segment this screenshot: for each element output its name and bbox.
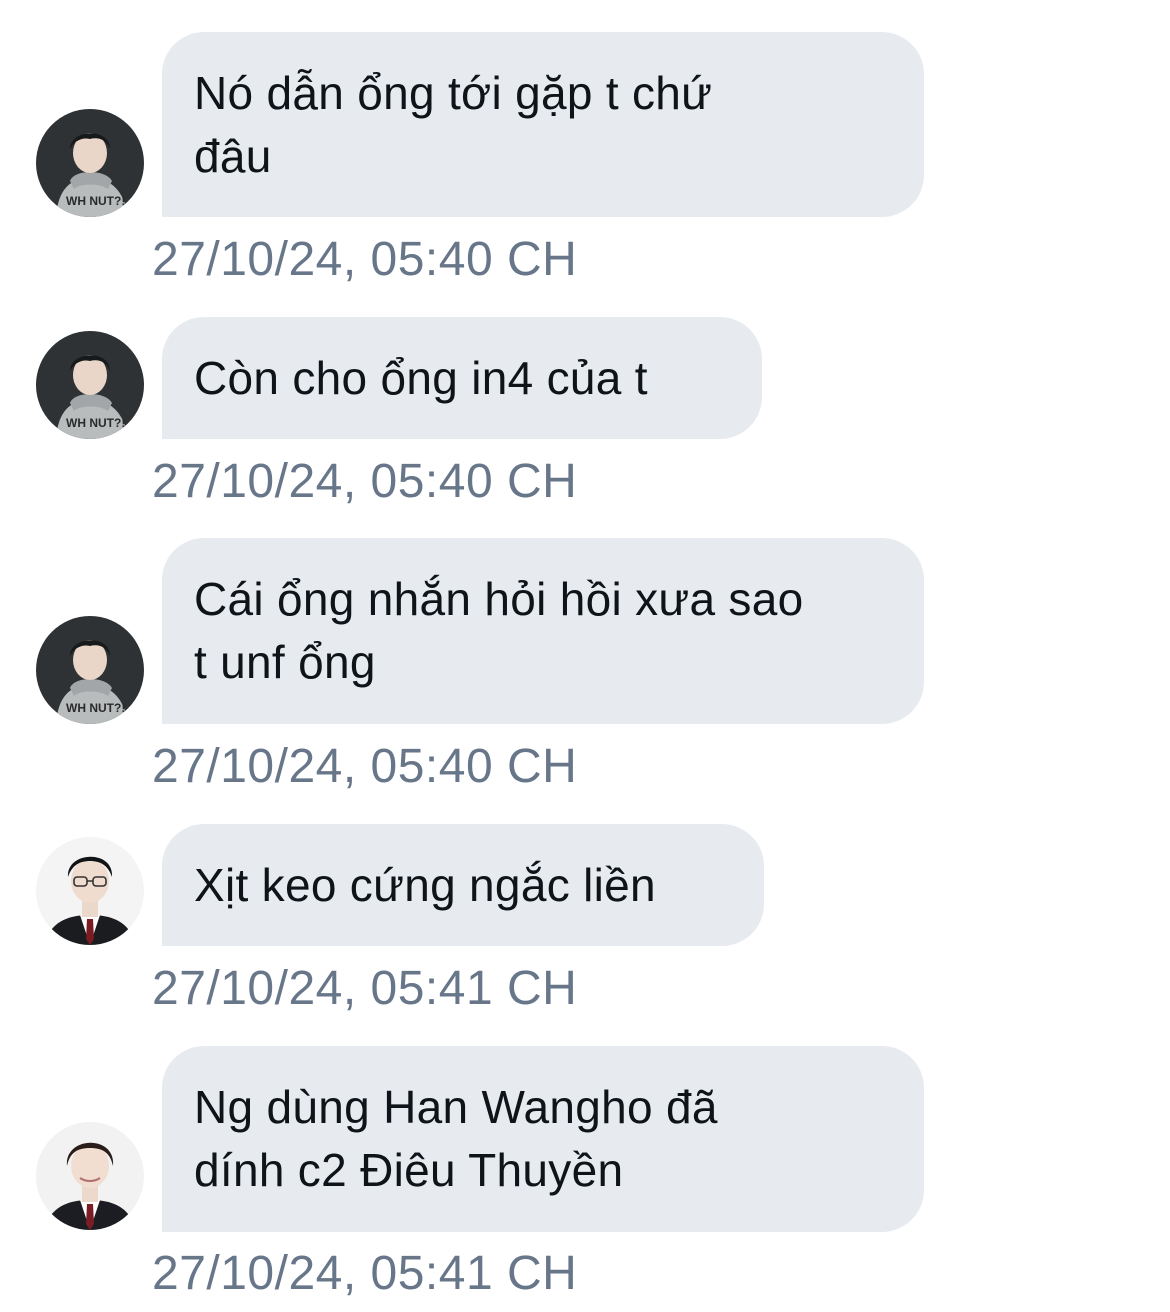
- message-text-line: t unf ổng: [194, 636, 376, 688]
- message-bubble[interactable]: Cái ổng nhắn hỏi hồi xưa sao t unf ổng: [162, 538, 924, 724]
- message-timestamp: 27/10/24, 05:41 CH: [152, 1247, 578, 1300]
- message-text-line: Nó dẫn ổng tới gặp t chứ: [194, 67, 713, 119]
- user-avatar-hoodie[interactable]: WH NUT?!: [36, 331, 144, 439]
- message-bubble[interactable]: Nó dẫn ổng tới gặp t chứ đâu: [162, 32, 924, 217]
- message-timestamp: 27/10/24, 05:40 CH: [152, 233, 578, 286]
- user-avatar-glasses-suit[interactable]: [36, 837, 144, 945]
- message-timestamp: 27/10/24, 05:40 CH: [152, 455, 578, 508]
- message-text-line: đâu: [194, 130, 272, 182]
- message-text-line: Cái ổng nhắn hỏi hồi xưa sao: [194, 573, 804, 625]
- svg-text:WH NUT?!: WH NUT?!: [66, 701, 125, 715]
- user-avatar-hoodie[interactable]: WH NUT?!: [36, 616, 144, 724]
- user-avatar-hoodie[interactable]: WH NUT?!: [36, 109, 144, 217]
- message-text-line: Còn cho ổng in4 của t: [194, 352, 648, 404]
- svg-text:WH NUT?!: WH NUT?!: [66, 416, 125, 430]
- chat-screen: { "messages": [ { "avatar": "user-avatar…: [0, 0, 1170, 1312]
- message-bubble[interactable]: Ng dùng Han Wangho đã dính c2 Điêu Thuyề…: [162, 1046, 924, 1232]
- svg-text:WH NUT?!: WH NUT?!: [66, 194, 125, 208]
- message-bubble[interactable]: Còn cho ổng in4 của t: [162, 317, 762, 439]
- message-text-line: Ng dùng Han Wangho đã: [194, 1081, 718, 1133]
- message-bubble[interactable]: Xịt keo cứng ngắc liền: [162, 824, 764, 946]
- user-avatar-suit[interactable]: [36, 1122, 144, 1230]
- message-timestamp: 27/10/24, 05:41 CH: [152, 962, 578, 1015]
- message-text-line: Xịt keo cứng ngắc liền: [194, 859, 656, 911]
- message-timestamp: 27/10/24, 05:40 CH: [152, 740, 578, 793]
- message-text-line: dính c2 Điêu Thuyền: [194, 1144, 624, 1196]
